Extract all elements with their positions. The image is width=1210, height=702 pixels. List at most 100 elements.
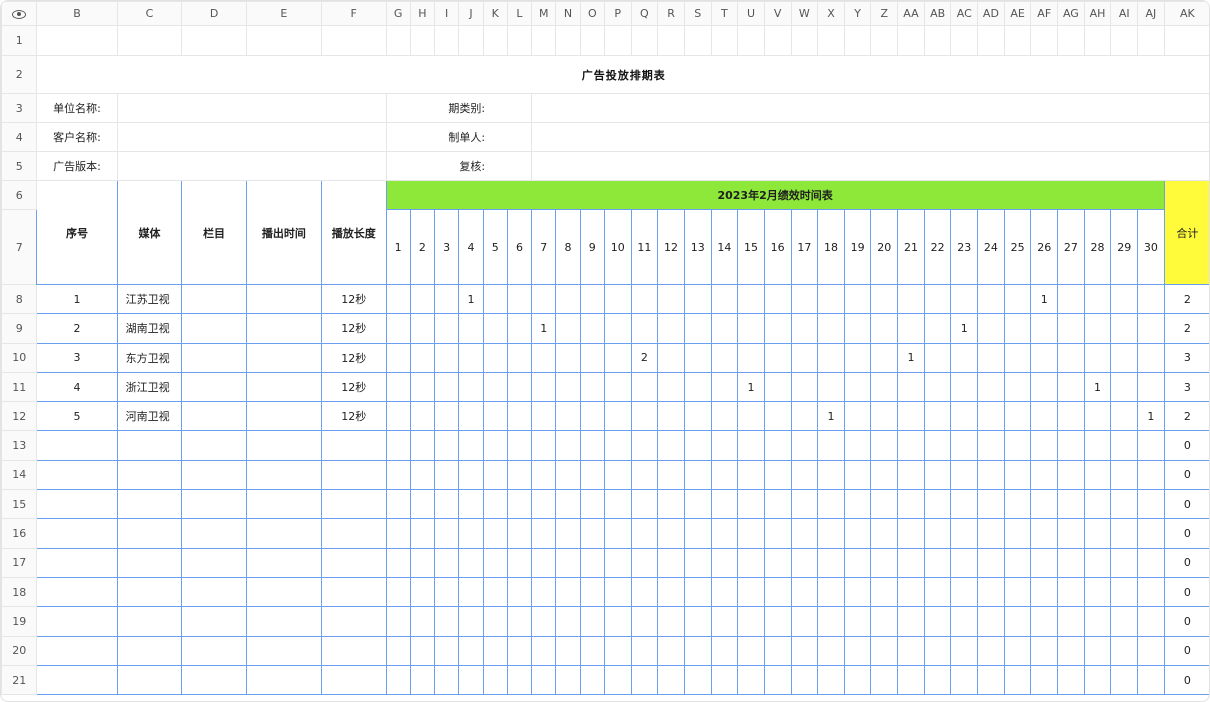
cell-day[interactable] <box>506 576 533 608</box>
cell-day[interactable] <box>458 606 484 637</box>
day-header[interactable]: 22 <box>923 209 952 285</box>
cell-day[interactable] <box>409 518 436 549</box>
cell-day[interactable] <box>1003 576 1032 608</box>
cell-day[interactable] <box>923 635 952 666</box>
cell-day[interactable] <box>385 606 411 637</box>
cell-day[interactable] <box>710 313 739 344</box>
cell-day[interactable] <box>763 283 792 315</box>
cell-day[interactable] <box>458 489 484 520</box>
cell-day[interactable] <box>923 459 952 491</box>
cell-day[interactable] <box>458 401 484 432</box>
cell-media[interactable] <box>116 518 183 549</box>
cell-day[interactable] <box>1003 342 1032 373</box>
cell-day[interactable] <box>579 635 605 666</box>
cell-day[interactable] <box>434 576 460 608</box>
cell-day[interactable]: 1 <box>950 313 979 344</box>
cell-day[interactable] <box>710 518 739 549</box>
cell-day[interactable] <box>870 313 899 344</box>
cell-day[interactable] <box>482 342 508 373</box>
cell[interactable] <box>181 25 247 56</box>
cell-day[interactable] <box>737 635 765 666</box>
cell-day[interactable] <box>977 401 1005 432</box>
cell-day[interactable] <box>1137 283 1165 315</box>
cell[interactable] <box>245 25 322 56</box>
column-header[interactable]: L <box>506 1 533 26</box>
cell-day[interactable] <box>1083 518 1112 549</box>
cell[interactable] <box>1137 25 1165 56</box>
cell[interactable] <box>506 25 533 56</box>
column-header[interactable]: AH <box>1083 1 1112 26</box>
cell-day[interactable] <box>1030 518 1059 549</box>
cell-day[interactable] <box>555 430 581 461</box>
cell-day[interactable] <box>1030 576 1059 608</box>
cell-day[interactable] <box>763 371 792 403</box>
cell-day[interactable] <box>683 547 712 578</box>
cell-day[interactable] <box>506 606 533 637</box>
cell-day[interactable] <box>843 489 872 520</box>
eye-icon[interactable] <box>12 9 27 19</box>
cell-day[interactable] <box>950 371 979 403</box>
cell-day[interactable] <box>977 576 1005 608</box>
cell[interactable] <box>385 25 411 56</box>
cell-day[interactable] <box>977 635 1005 666</box>
row-header[interactable]: 4 <box>1 122 38 152</box>
cell[interactable] <box>870 25 899 56</box>
info-value[interactable] <box>531 122 1209 152</box>
cell-day[interactable] <box>1110 664 1139 696</box>
day-header[interactable]: 20 <box>870 209 899 285</box>
cell-day[interactable] <box>763 430 792 461</box>
day-header[interactable]: 16 <box>763 209 792 285</box>
column-header[interactable]: N <box>555 1 581 26</box>
row-header[interactable]: 17 <box>1 547 38 578</box>
cell-day[interactable] <box>1110 342 1139 373</box>
cell-day[interactable] <box>763 489 792 520</box>
page-title[interactable]: 广告投放排期表 <box>36 55 1209 94</box>
cell-day[interactable] <box>506 664 533 696</box>
day-header[interactable]: 28 <box>1083 209 1112 285</box>
cell-air-time[interactable] <box>245 489 322 520</box>
cell-day[interactable] <box>531 547 557 578</box>
cell-day[interactable] <box>434 283 460 315</box>
cell-day[interactable] <box>1110 371 1139 403</box>
cell-day[interactable] <box>385 576 411 608</box>
cell-day[interactable] <box>843 635 872 666</box>
cell-day[interactable] <box>870 606 899 637</box>
cell-day[interactable] <box>1137 606 1165 637</box>
cell-index[interactable] <box>36 518 118 549</box>
cell[interactable] <box>458 25 484 56</box>
cell-media[interactable]: 湖南卫视 <box>116 313 183 344</box>
header-media[interactable]: 媒体 <box>116 180 183 285</box>
cell-index[interactable] <box>36 664 118 696</box>
cell-day[interactable] <box>555 664 581 696</box>
cell-day[interactable] <box>603 371 632 403</box>
cell[interactable] <box>555 25 581 56</box>
cell-day[interactable] <box>843 547 872 578</box>
cell-day[interactable] <box>950 664 979 696</box>
cell-day[interactable] <box>482 430 508 461</box>
cell-day[interactable] <box>977 547 1005 578</box>
row-header[interactable]: 21 <box>1 664 38 696</box>
cell-day[interactable] <box>710 606 739 637</box>
day-header[interactable]: 3 <box>434 209 460 285</box>
cell-day[interactable] <box>897 547 925 578</box>
cell-day[interactable] <box>579 401 605 432</box>
cell[interactable] <box>1083 25 1112 56</box>
cell-day[interactable]: 1 <box>531 313 557 344</box>
cell-day[interactable] <box>683 313 712 344</box>
cell-day[interactable] <box>977 342 1005 373</box>
cell-day[interactable] <box>977 606 1005 637</box>
cell[interactable] <box>434 25 460 56</box>
cell-day[interactable] <box>1003 371 1032 403</box>
cell-day[interactable] <box>737 430 765 461</box>
cell-day[interactable] <box>923 547 952 578</box>
cell-day[interactable] <box>434 401 460 432</box>
cell-day[interactable] <box>630 576 659 608</box>
cell-day[interactable] <box>657 664 685 696</box>
cell-day[interactable] <box>923 664 952 696</box>
cell-day[interactable] <box>1030 489 1059 520</box>
cell-day[interactable] <box>409 342 436 373</box>
cell[interactable] <box>116 25 183 56</box>
cell-day[interactable] <box>897 576 925 608</box>
cell-day[interactable] <box>1110 547 1139 578</box>
cell-day[interactable] <box>843 606 872 637</box>
